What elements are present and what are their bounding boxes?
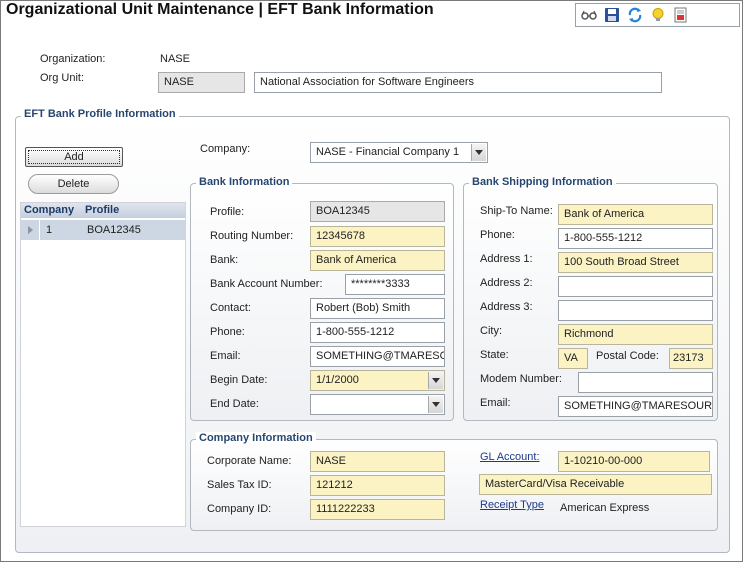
report-icon[interactable] — [672, 6, 690, 24]
bank-profile-field: BOA12345 — [310, 201, 445, 222]
company-select[interactable]: NASE - Financial Company 1 — [310, 142, 488, 163]
begin-date-field[interactable]: 1/1/2000 — [310, 370, 445, 391]
company-label: Company: — [200, 143, 251, 155]
routing-number-field[interactable]: 12345678 — [310, 226, 445, 247]
ship-phone-field[interactable]: 1-800-555-1212 — [558, 228, 713, 249]
ship-to-field[interactable]: Bank of America — [558, 204, 713, 225]
state-field[interactable]: VA — [558, 348, 588, 369]
ship-email-field[interactable]: SOMETHING@TMARESOURC — [558, 396, 713, 417]
bank-profile-label: Profile: — [210, 206, 245, 218]
eft-bank-profile-title: EFT Bank Profile Information — [21, 108, 179, 120]
begin-date-value: 1/1/2000 — [316, 374, 359, 386]
row-company: 1 — [46, 224, 53, 236]
address2-label: Address 2: — [480, 277, 533, 289]
corporate-name-field[interactable]: NASE — [310, 451, 445, 472]
modem-number-label: Modem Number: — [480, 373, 562, 385]
ship-phone-label: Phone: — [480, 229, 515, 241]
company-info-title: Company Information — [196, 432, 316, 444]
address1-field[interactable]: 100 South Broad Street — [558, 252, 713, 273]
receipt-type-link[interactable]: Receipt Type — [480, 499, 544, 511]
begin-date-label: Begin Date: — [210, 374, 268, 386]
account-number-field[interactable]: ********3333 — [345, 274, 445, 295]
organization-label: Organization: — [40, 53, 106, 65]
routing-number-label: Routing Number: — [210, 230, 294, 242]
organization-value: NASE — [160, 53, 190, 65]
refresh-icon[interactable] — [626, 6, 644, 24]
ship-email-label: Email: — [480, 397, 511, 409]
modem-number-field[interactable] — [578, 372, 713, 393]
bank-label: Bank: — [210, 254, 239, 266]
state-label: State: — [480, 349, 509, 361]
sales-tax-id-label: Sales Tax ID: — [207, 479, 272, 491]
contact-label: Contact: — [210, 302, 251, 314]
end-date-field[interactable] — [310, 394, 445, 415]
glasses-icon[interactable] — [580, 6, 598, 24]
grid-header: Company Profile — [21, 203, 185, 218]
add-button[interactable]: Add — [25, 147, 123, 167]
sales-tax-id-field[interactable]: 121212 — [310, 475, 445, 496]
address3-label: Address 3: — [480, 301, 533, 313]
company-id-field[interactable]: 1111222233 — [310, 499, 445, 520]
bank-email-label: Email: — [210, 350, 241, 362]
address1-label: Address 1: — [480, 253, 533, 265]
account-number-label: Bank Account Number: — [210, 278, 323, 290]
receipt-type-value: American Express — [560, 502, 650, 514]
chevron-down-icon[interactable] — [428, 372, 443, 389]
end-date-label: End Date: — [210, 398, 259, 410]
city-label: City: — [480, 325, 502, 337]
contact-field[interactable]: Robert (Bob) Smith — [310, 298, 445, 319]
profile-grid: Company Profile 1 BOA12345 — [20, 202, 186, 527]
page-title: Organizational Unit Maintenance | EFT Ba… — [6, 1, 434, 18]
save-icon[interactable] — [603, 6, 621, 24]
row-divider — [39, 220, 40, 240]
row-indicator-icon — [28, 226, 33, 234]
chevron-down-icon[interactable] — [428, 396, 443, 413]
bank-phone-label: Phone: — [210, 326, 245, 338]
postal-code-label: Postal Code: — [596, 350, 659, 362]
postal-code-field[interactable]: 23173 — [669, 348, 713, 369]
gl-account-description: MasterCard/Visa Receivable — [479, 474, 712, 495]
corporate-name-label: Corporate Name: — [207, 455, 292, 467]
bank-field[interactable]: Bank of America — [310, 250, 445, 271]
company-select-value: NASE - Financial Company 1 — [316, 146, 460, 158]
org-unit-label: Org Unit: — [40, 72, 85, 84]
org-unit-name-field: National Association for Software Engine… — [254, 72, 662, 93]
address2-field[interactable] — [558, 276, 713, 297]
company-id-label: Company ID: — [207, 503, 272, 515]
ship-to-label: Ship-To Name: — [480, 205, 553, 217]
address3-field[interactable] — [558, 300, 713, 321]
grid-col-company[interactable]: Company — [24, 204, 74, 216]
delete-button[interactable]: Delete — [28, 174, 119, 194]
shipping-info-title: Bank Shipping Information — [469, 176, 616, 188]
bank-email-field[interactable]: SOMETHING@TMARESO — [310, 346, 445, 367]
org-unit-code-field: NASE — [158, 72, 245, 93]
grid-col-profile[interactable]: Profile — [85, 204, 119, 216]
city-field[interactable]: Richmond — [558, 324, 713, 345]
bank-phone-field[interactable]: 1-800-555-1212 — [310, 322, 445, 343]
gl-account-field[interactable]: 1-10210-00-000 — [558, 451, 710, 472]
bank-info-title: Bank Information — [196, 176, 293, 188]
lightbulb-icon[interactable] — [649, 6, 667, 24]
gl-account-link[interactable]: GL Account: — [480, 451, 540, 463]
row-profile: BOA12345 — [87, 224, 141, 236]
table-row[interactable]: 1 BOA12345 — [21, 220, 185, 240]
toolbar — [575, 3, 740, 27]
chevron-down-icon[interactable] — [471, 144, 486, 161]
